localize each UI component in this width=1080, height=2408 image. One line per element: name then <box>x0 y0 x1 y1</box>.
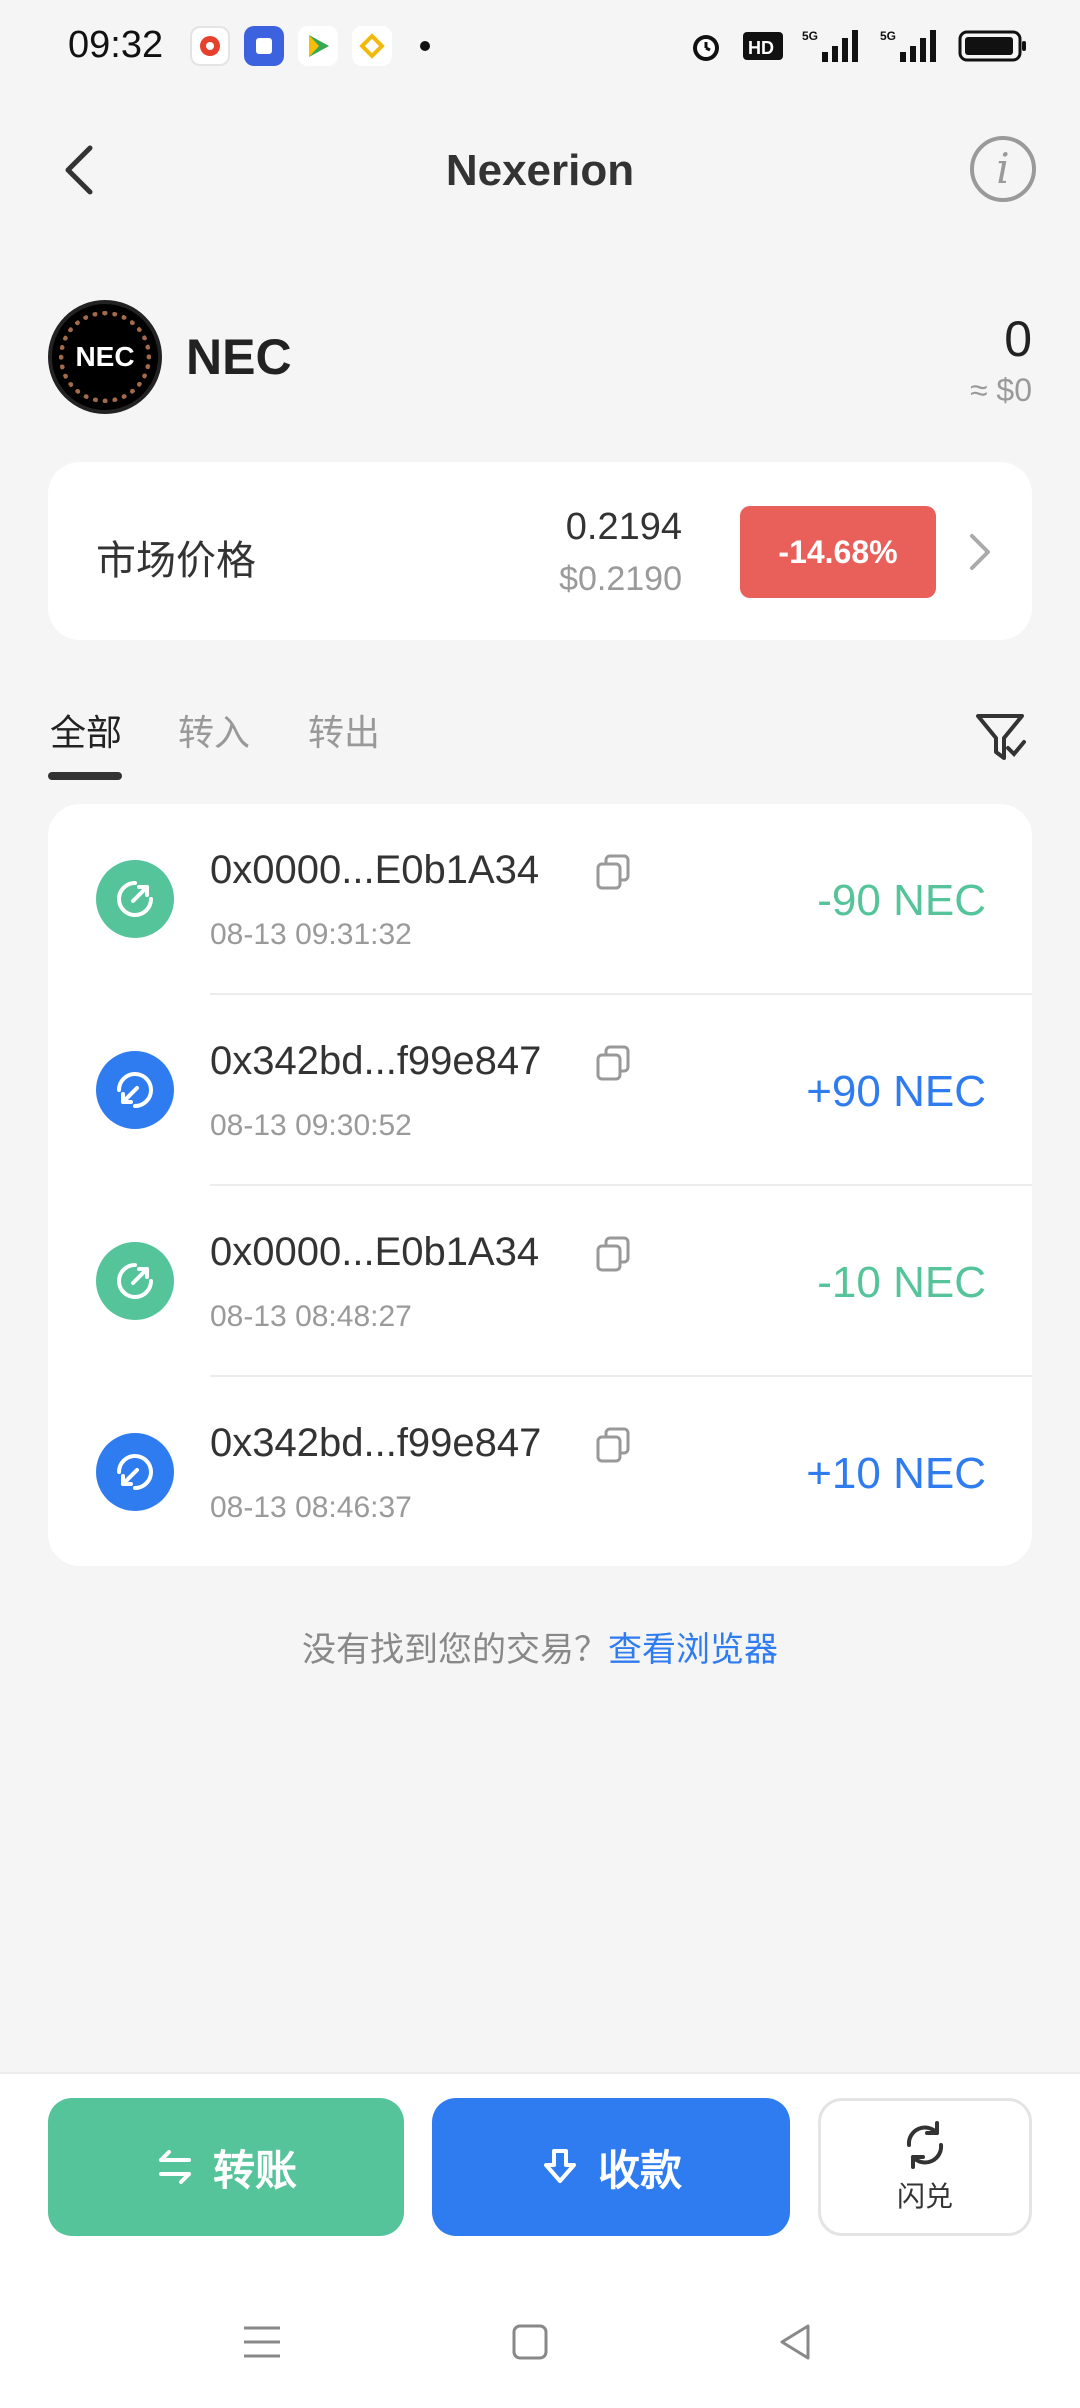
copy-icon[interactable] <box>596 1236 630 1272</box>
back-nav-icon[interactable] <box>772 2318 820 2366</box>
receive-button[interactable]: 收款 <box>432 2098 790 2236</box>
top-app-bar: Nexerion i <box>0 120 1080 220</box>
transaction-address: 0x0000...E0b1A34 <box>210 1230 540 1274</box>
token-symbol: NEC <box>186 329 292 385</box>
status-app-icons <box>190 26 430 66</box>
info-icon: i <box>996 144 1010 193</box>
transaction-address: 0x342bd...f99e847 <box>210 1421 542 1465</box>
transaction-amount: +10 NEC <box>806 1449 986 1498</box>
transaction-address: 0x0000...E0b1A34 <box>210 848 540 892</box>
alarm-icon <box>693 35 719 61</box>
transaction-row[interactable]: 0x0000...E0b1A34 08-13 09:31:32 -90 NEC <box>48 804 1032 995</box>
copy-icon[interactable] <box>596 1427 630 1463</box>
copy-icon[interactable] <box>596 1045 630 1081</box>
tieba-app-icon <box>244 26 284 66</box>
transaction-time: 08-13 09:30:52 <box>210 1109 412 1142</box>
status-bar: 09:32 HD 5G 5G <box>0 0 1080 96</box>
transaction-time: 08-13 08:48:27 <box>210 1300 412 1333</box>
incoming-transfer-icon <box>96 1433 174 1511</box>
transaction-address: 0x342bd...f99e847 <box>210 1039 542 1083</box>
chevron-right-icon <box>970 534 990 570</box>
swap-icon <box>906 2121 944 2169</box>
more-notifications-dot-icon <box>420 41 430 51</box>
incoming-transfer-icon <box>96 1051 174 1129</box>
transfer-button[interactable]: 转账 <box>48 2098 404 2236</box>
transaction-row[interactable]: 0x0000...E0b1A34 08-13 08:48:27 -10 NEC <box>48 1186 1032 1377</box>
view-explorer-link[interactable]: 查看浏览器 <box>608 1631 778 1669</box>
transaction-amount: -10 NEC <box>817 1258 986 1307</box>
token-summary: NEC NEC 0 ≈ $0 <box>48 298 1032 416</box>
transaction-time: 08-13 09:31:32 <box>210 918 412 951</box>
page-title: Nexerion <box>445 146 635 195</box>
explorer-prompt: 没有找到您的交易？ <box>302 1631 608 1669</box>
active-tab-indicator <box>48 772 122 780</box>
tab-incoming[interactable]: 转入 <box>178 704 250 756</box>
home-icon[interactable] <box>506 2318 554 2366</box>
price-change-badge: -14.68% <box>740 506 936 598</box>
transaction-amount: +90 NEC <box>806 1067 986 1116</box>
menu-icon[interactable] <box>238 2318 286 2366</box>
explorer-hint: 没有找到您的交易？查看浏览器 <box>0 1622 1080 1671</box>
hd-icon: HD <box>743 32 783 60</box>
copy-icon[interactable] <box>596 854 630 890</box>
token-fiat-balance: ≈ $0 <box>969 372 1032 408</box>
svg-text:HD: HD <box>748 38 774 58</box>
tab-all[interactable]: 全部 <box>50 704 122 756</box>
token-logo-text: NEC <box>59 311 151 403</box>
transaction-amount: -90 NEC <box>817 876 986 925</box>
transfer-label: 转账 <box>212 2146 297 2194</box>
filter-icon[interactable] <box>974 708 1026 764</box>
token-balance: 0 <box>1004 311 1032 367</box>
binance-app-icon <box>352 26 392 66</box>
system-navigation-bar <box>0 2278 1080 2408</box>
bottom-action-bar: 转账 收款 闪兑 <box>0 2072 1080 2278</box>
swap-button[interactable]: 闪兑 <box>818 2098 1032 2236</box>
market-price-label: 市场价格 <box>96 539 256 583</box>
receive-label: 收款 <box>597 2146 682 2194</box>
svg-text:5G: 5G <box>802 29 818 43</box>
signal-5g-icon: 5G <box>880 29 936 62</box>
transfer-arrows-icon <box>158 2150 191 2184</box>
market-price-card[interactable]: 市场价格 0.2194 $0.2190 -14.68% <box>48 462 1032 640</box>
transaction-row[interactable]: 0x342bd...f99e847 08-13 09:30:52 +90 NEC <box>48 995 1032 1186</box>
info-button[interactable]: i <box>970 136 1036 202</box>
svg-text:5G: 5G <box>880 29 896 43</box>
status-right-icons: HD 5G 5G <box>688 28 1028 64</box>
battery-icon <box>958 30 1026 62</box>
download-arrow-icon <box>543 2149 576 2183</box>
outgoing-transfer-icon <box>96 1242 174 1320</box>
play-app-icon <box>298 26 338 66</box>
token-logo: NEC <box>48 300 162 414</box>
baidu-app-icon <box>190 26 230 66</box>
status-time: 09:32 <box>68 24 164 66</box>
market-price-usd: $0.2190 <box>559 560 682 598</box>
swap-label: 闪兑 <box>896 2181 953 2212</box>
transaction-time: 08-13 08:46:37 <box>210 1491 412 1524</box>
transaction-tabs: 全部 转入 转出 <box>48 696 1032 782</box>
transaction-list: 0x0000...E0b1A34 08-13 09:31:32 -90 NEC … <box>48 804 1032 1566</box>
outgoing-transfer-icon <box>96 860 174 938</box>
signal-5g-icon: 5G <box>802 29 858 62</box>
market-price-value: 0.2194 <box>565 506 682 548</box>
tab-outgoing[interactable]: 转出 <box>308 704 380 756</box>
transaction-row[interactable]: 0x342bd...f99e847 08-13 08:46:37 +10 NEC <box>48 1377 1032 1566</box>
